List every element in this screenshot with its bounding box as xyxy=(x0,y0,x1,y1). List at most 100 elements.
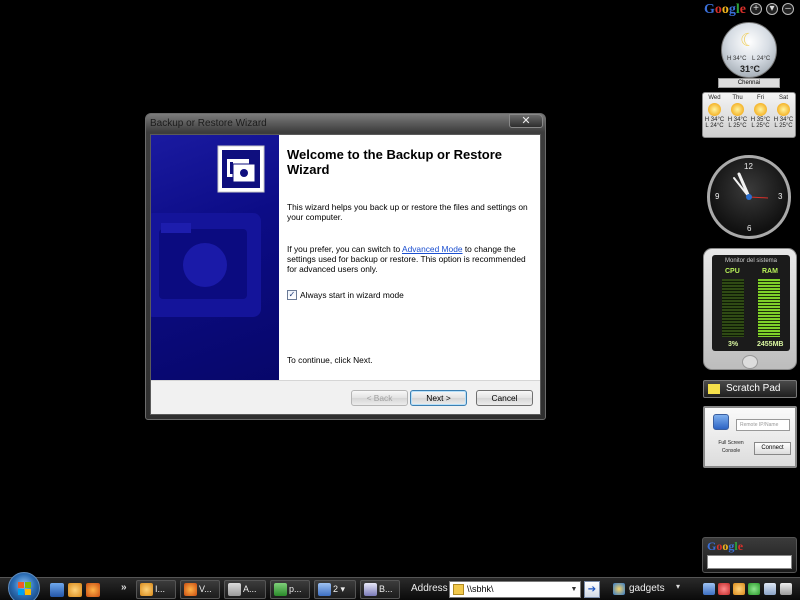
cpu-meter xyxy=(722,279,744,337)
cpu-value: 3% xyxy=(728,341,739,348)
backup-restore-wizard-window: Backup or Restore Wizard ✕ Welcome to th… xyxy=(145,113,546,420)
monitor-knob xyxy=(742,355,758,369)
window-titlebar[interactable]: Backup or Restore Wizard ✕ xyxy=(146,114,545,134)
tray-app-icon[interactable] xyxy=(703,583,715,595)
ram-value: 2455MB xyxy=(757,341,784,348)
forecast-day: Fri H 35°C L 25°C xyxy=(750,95,771,129)
show-desktop-icon[interactable] xyxy=(50,583,64,597)
wizard-switch-text: If you prefer, you can switch to Advance… xyxy=(287,244,526,274)
task-button-group[interactable]: 2 ▾ xyxy=(314,580,356,599)
task-button[interactable]: I... xyxy=(136,580,176,599)
sidebar-add-button[interactable]: + xyxy=(750,3,762,15)
wizard-heading: Welcome to the Backup or Restore Wizard xyxy=(287,147,503,177)
address-dropdown-icon[interactable]: ▼ xyxy=(568,582,580,597)
tray-antivirus-icon[interactable] xyxy=(718,583,730,595)
google-logo: Google xyxy=(704,2,746,17)
continue-instruction: To continue, click Next. xyxy=(287,355,373,365)
network-icon xyxy=(274,583,287,596)
moon-icon: ☾ xyxy=(740,30,757,50)
cpu-label: CPU xyxy=(725,268,740,275)
wizard-mode-checkbox-row[interactable]: ✓ Always start in wizard mode xyxy=(287,289,404,301)
system-monitor-gadget[interactable]: Monitor del sistema CPU RAM 3% 2455MB xyxy=(703,248,797,370)
forecast-day: Wed H 34°C L 24°C xyxy=(704,95,725,129)
task-button[interactable]: V... xyxy=(180,580,220,599)
monitor-screen: Monitor del sistema CPU RAM 3% 2455MB xyxy=(712,255,790,351)
remote-desktop-gadget: Remote IP/Name Full Screen Console Connec… xyxy=(703,406,797,468)
sun-icon xyxy=(777,103,790,116)
go-button[interactable]: ➔ xyxy=(584,581,600,598)
ram-meter xyxy=(758,279,780,337)
task-button[interactable]: A... xyxy=(224,580,266,599)
gadgets-toolbar-label[interactable]: gadgets xyxy=(629,583,665,594)
sun-icon xyxy=(708,103,721,116)
folder-icon xyxy=(453,584,464,595)
sidebar-minimize-button[interactable]: – xyxy=(782,3,794,15)
note-icon xyxy=(708,384,720,394)
tray-status-icon[interactable] xyxy=(748,583,760,595)
tray-network-icon[interactable] xyxy=(764,583,776,595)
weather-temperature: 31°C xyxy=(739,64,761,74)
folder-group-icon xyxy=(318,583,331,596)
forecast-day: Sat H 34°C L 25°C xyxy=(773,95,794,129)
desktop: Google + ▾ – ☾ H 34°C L 24°C 31°C Chenna… xyxy=(0,0,800,600)
weather-forecast: Wed H 34°C L 24°C Thu H 34°C L 25°C Fri H 35°… xyxy=(702,92,796,138)
wizard-content: Welcome to the Backup or Restore Wizard … xyxy=(287,135,537,380)
back-button[interactable]: < Back xyxy=(351,390,408,406)
google-search-input[interactable] xyxy=(707,555,792,569)
scratch-pad-label: Scratch Pad xyxy=(726,383,781,394)
backup-icon xyxy=(217,145,265,193)
firefox-icon xyxy=(184,583,197,596)
messenger-icon xyxy=(140,583,153,596)
advanced-mode-link[interactable]: Advanced Mode xyxy=(402,244,463,254)
toolbar-dropdown-icon[interactable]: ▾ xyxy=(676,582,680,591)
connect-button[interactable]: Connect xyxy=(754,442,791,455)
wizard-icon xyxy=(228,583,241,596)
wizard-mode-checkbox-label[interactable]: Always start in wizard mode xyxy=(300,290,404,300)
wizard-client-area: Welcome to the Backup or Restore Wizard … xyxy=(150,134,541,415)
wizard-button-bar: < Back Next > Cancel xyxy=(151,380,540,414)
address-label: Address xyxy=(411,583,448,594)
windows-logo-icon xyxy=(18,582,31,595)
tray-messenger-icon[interactable] xyxy=(733,583,745,595)
backup-icon xyxy=(364,583,377,596)
wizard-intro-text: This wizard helps you back up or restore… xyxy=(287,202,528,222)
tray-volume-icon[interactable] xyxy=(780,583,792,595)
sun-icon xyxy=(754,103,767,116)
sidebar-menu-button[interactable]: ▾ xyxy=(766,3,778,15)
weather-city: Chennai xyxy=(718,78,780,88)
google-search-gadget: Google xyxy=(702,537,797,573)
sun-icon xyxy=(731,103,744,116)
full-screen-label: Full Screen Console xyxy=(718,440,744,454)
taskbar: » I... V... A... p... 2 ▾ B... Address \… xyxy=(0,572,800,600)
start-button[interactable] xyxy=(8,572,40,600)
gadgets-icon xyxy=(613,583,625,595)
clock-gadget[interactable]: 12 3 6 9 xyxy=(707,155,791,239)
clock-hands xyxy=(733,172,769,200)
google-search-logo: Google xyxy=(707,539,744,553)
ram-label: RAM xyxy=(762,268,778,275)
task-button[interactable]: p... xyxy=(270,580,310,599)
cancel-button[interactable]: Cancel xyxy=(476,390,533,406)
messenger-icon[interactable] xyxy=(68,583,82,597)
forecast-day: Thu H 34°C L 25°C xyxy=(727,95,748,129)
wizard-banner xyxy=(151,135,279,380)
weather-low: L 24°C xyxy=(752,56,771,62)
weather-high: H 34°C xyxy=(727,56,747,62)
quicklaunch-chevron[interactable]: » xyxy=(121,582,127,593)
wizard-mode-checkbox[interactable]: ✓ xyxy=(287,290,297,300)
banner-watermark-icon xyxy=(151,213,261,317)
sidebar-header: Google + ▾ – xyxy=(700,0,800,20)
remote-host-input[interactable]: Remote IP/Name xyxy=(736,419,790,431)
next-button[interactable]: Next > xyxy=(410,390,467,406)
address-value: \\sbhk\ xyxy=(467,584,494,594)
window-title: Backup or Restore Wizard xyxy=(150,118,267,129)
weather-gadget[interactable]: ☾ H 34°C L 24°C 31°C Chennai Wed H 34°C L … xyxy=(702,22,796,140)
remote-desktop-icon xyxy=(713,414,729,430)
address-input[interactable]: \\sbhk\ ▼ xyxy=(449,581,581,598)
task-button[interactable]: B... xyxy=(360,580,400,599)
firefox-icon[interactable] xyxy=(86,583,100,597)
close-button[interactable]: ✕ xyxy=(509,114,543,128)
monitor-title: Monitor del sistema xyxy=(724,258,778,264)
weather-globe: ☾ H 34°C L 24°C 31°C xyxy=(721,22,777,78)
scratch-pad-gadget[interactable]: Scratch Pad xyxy=(703,380,797,398)
